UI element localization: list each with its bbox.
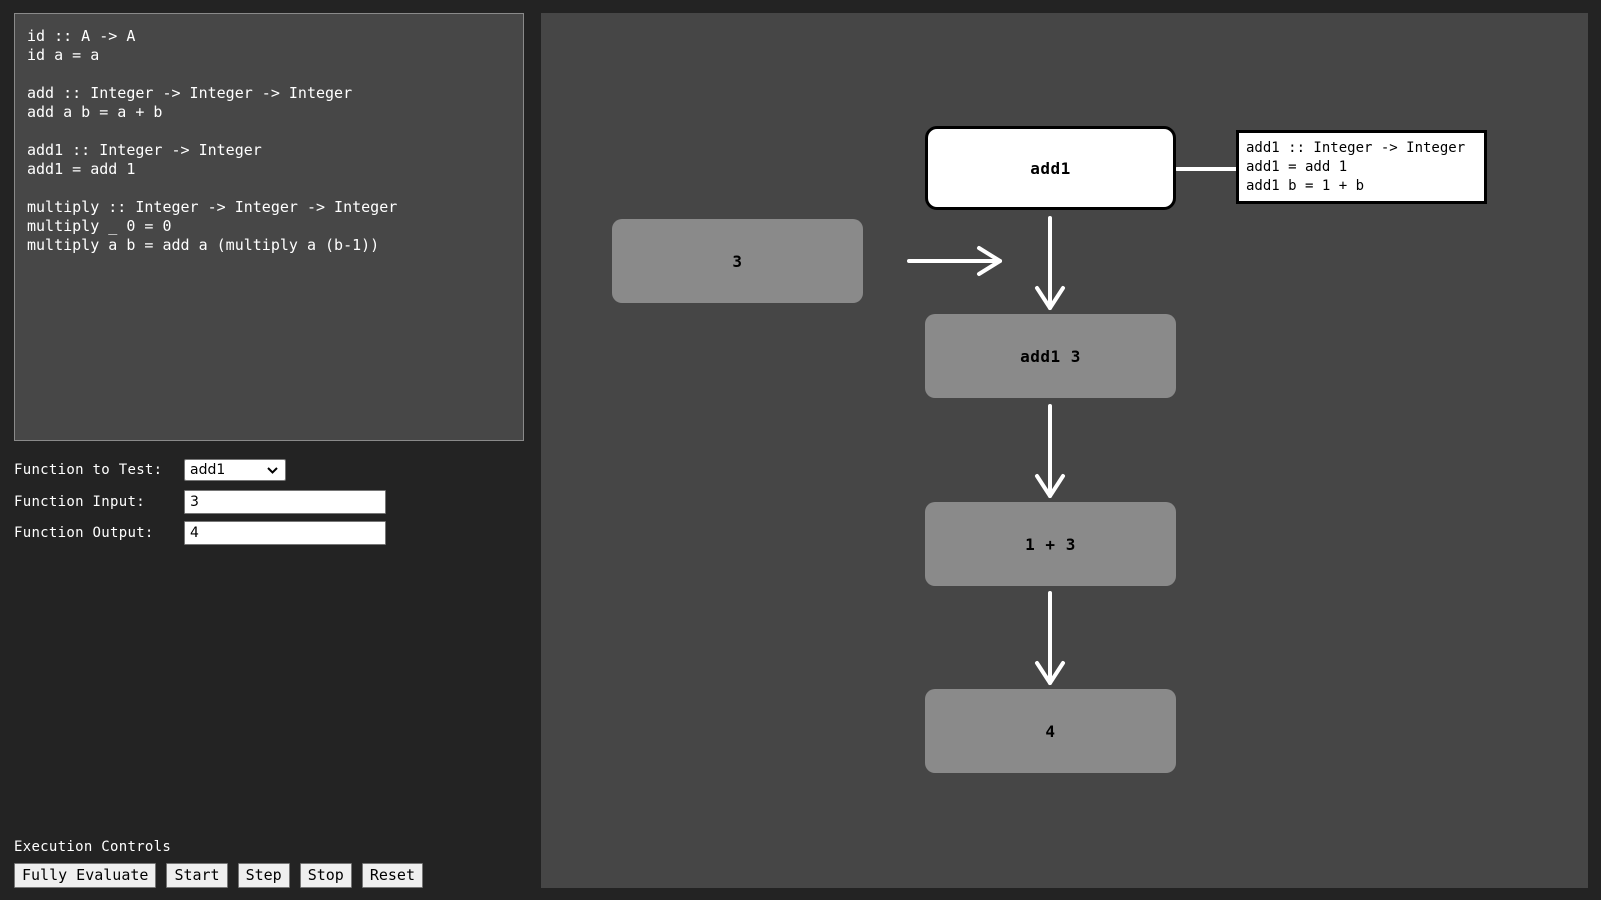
function-input-field[interactable] (184, 490, 386, 514)
execution-controls-title: Execution Controls (14, 839, 172, 855)
function-input-label: Function Input: (14, 494, 145, 510)
function-select-row: Function to Test: add1 (14, 458, 286, 482)
function-output-label: Function Output: (14, 525, 154, 541)
function-select-value: add1 (190, 462, 226, 478)
function-input-row: Function Input: (14, 490, 386, 514)
function-output-field[interactable] (184, 521, 386, 545)
step-arrow-2 (1035, 404, 1065, 498)
step-arrow-1 (1035, 216, 1065, 310)
step-button[interactable]: Step (237, 863, 290, 888)
execution-controls: Fully Evaluate Start Step Stop Reset (14, 863, 433, 888)
input-node: 3 (612, 219, 863, 303)
step-node-2: 1 + 3 (925, 502, 1176, 586)
function-node: add1 (925, 126, 1176, 210)
result-node: 4 (925, 689, 1176, 773)
step-node-1: add1 3 (925, 314, 1176, 398)
reset-button[interactable]: Reset (361, 863, 423, 888)
chevron-down-icon (267, 467, 278, 474)
function-definition-box: add1 :: Integer -> Integer add1 = add 1 … (1236, 130, 1487, 204)
function-to-test-label: Function to Test: (14, 462, 163, 478)
code-editor[interactable]: id :: A -> A id a = a add :: Integer -> … (14, 13, 524, 441)
left-panel: id :: A -> A id a = a add :: Integer -> … (0, 0, 540, 900)
step-arrow-3 (1035, 591, 1065, 685)
start-button[interactable]: Start (166, 863, 228, 888)
fully-evaluate-button[interactable]: Fully Evaluate (14, 863, 157, 888)
evaluation-canvas: 3 add1 add1 :: Integer -> Integer add1 =… (541, 13, 1588, 888)
function-select[interactable]: add1 (184, 459, 286, 481)
input-arrow (907, 246, 1002, 276)
stop-button[interactable]: Stop (299, 863, 352, 888)
function-output-row: Function Output: (14, 521, 386, 545)
